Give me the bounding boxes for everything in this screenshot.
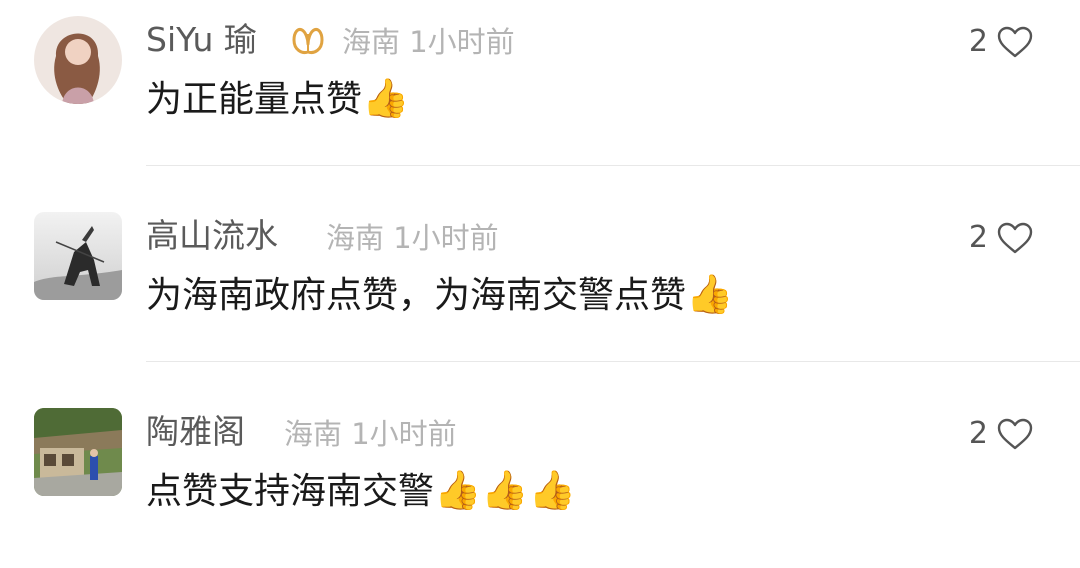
comment-body: 点赞支持海南交警 (146, 471, 435, 512)
butterfly-badge-icon (292, 28, 324, 54)
like-count: 2 (968, 220, 988, 255)
divider (146, 165, 1080, 166)
heart-outline-icon (997, 222, 1033, 254)
avatar[interactable] (34, 16, 122, 104)
comment-item: 陶雅阁 海南 1小时前 点赞支持海南交警👍👍👍 2 (0, 392, 1080, 568)
divider (146, 361, 1080, 362)
username[interactable]: 高山流水 (146, 216, 278, 256)
location-label: 海南 (284, 417, 343, 451)
like-button[interactable]: 2 (969, 220, 1034, 256)
like-count: 2 (968, 416, 988, 451)
thumbs-up-emoji: 👍 (686, 272, 734, 316)
like-button[interactable]: 2 (969, 416, 1034, 452)
comment-body: 为海南政府点赞，为海南交警点赞 (146, 275, 687, 316)
comment-meta: 海南 1小时前 (284, 416, 457, 452)
thumbs-up-emoji: 👍👍👍 (434, 468, 576, 512)
like-count: 2 (968, 24, 988, 59)
comment-list: SiYu 瑜 海南 1小时前 为正能量点赞👍 2 高山流水 海南 1小时前 为海… (0, 0, 1080, 568)
comment-text: 为海南政府点赞，为海南交警点赞👍 (146, 270, 733, 320)
heart-outline-icon (997, 26, 1033, 58)
like-button[interactable]: 2 (969, 24, 1034, 60)
avatar[interactable] (34, 408, 122, 496)
comment-item: 高山流水 海南 1小时前 为海南政府点赞，为海南交警点赞👍 2 (0, 196, 1080, 392)
heart-outline-icon (997, 418, 1033, 450)
username[interactable]: SiYu 瑜 (146, 20, 257, 60)
username[interactable]: 陶雅阁 (146, 412, 245, 452)
time-label: 1小时前 (409, 25, 515, 59)
time-label: 1小时前 (351, 417, 457, 451)
time-label: 1小时前 (393, 221, 499, 255)
comment-item: SiYu 瑜 海南 1小时前 为正能量点赞👍 2 (0, 0, 1080, 196)
avatar[interactable] (34, 212, 122, 300)
location-label: 海南 (342, 25, 401, 59)
thumbs-up-emoji: 👍 (362, 76, 410, 120)
comment-meta: 海南 1小时前 (342, 24, 515, 60)
comment-text: 为正能量点赞👍 (146, 74, 409, 124)
comment-body: 为正能量点赞 (146, 79, 363, 120)
comment-text: 点赞支持海南交警👍👍👍 (146, 466, 576, 516)
comment-meta: 海南 1小时前 (326, 220, 499, 256)
location-label: 海南 (326, 221, 385, 255)
